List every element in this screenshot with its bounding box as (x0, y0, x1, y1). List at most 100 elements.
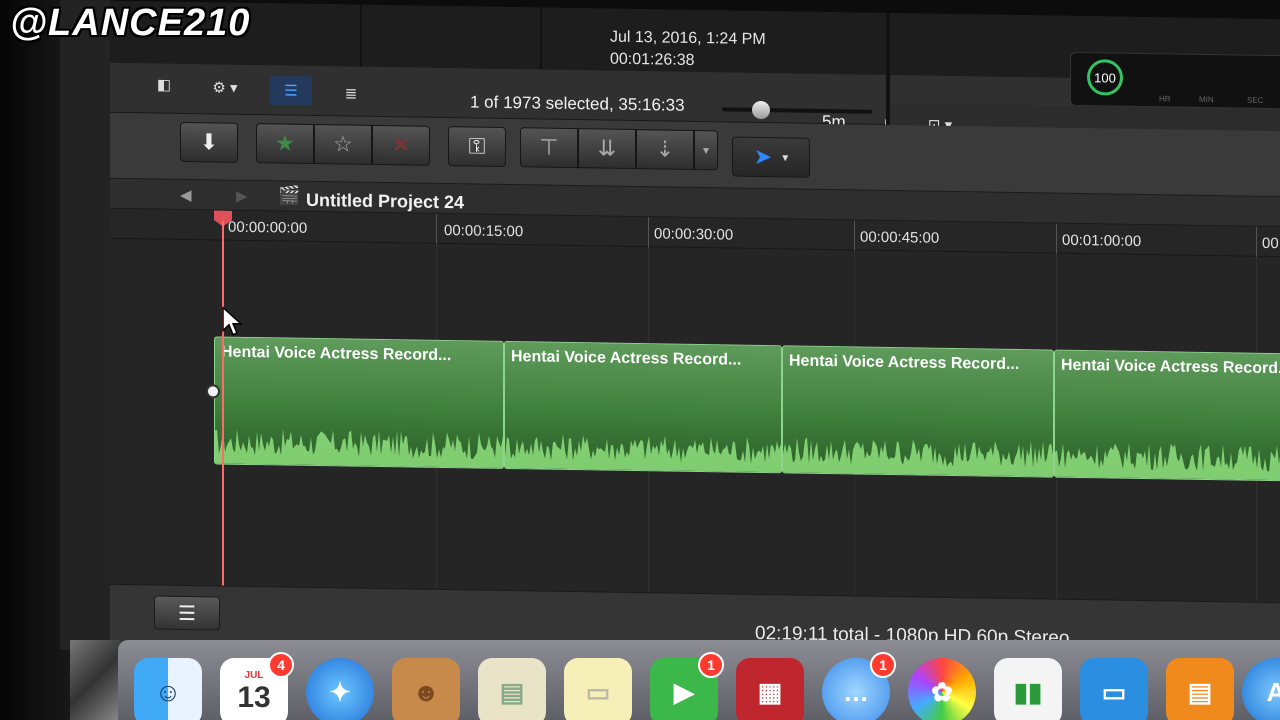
append-clip-button[interactable]: ⇣ (636, 129, 694, 170)
dashboard-timecode[interactable]: 100 HR MIN SEC (1070, 51, 1280, 110)
app-store-a-icon: A (1266, 676, 1280, 707)
waveform-path (783, 437, 1053, 477)
ruler-tick-line (854, 220, 855, 251)
panel-divider (540, 7, 542, 70)
event-date: Jul 13, 2016, 1:24 PM (610, 28, 766, 49)
audio-waveform (215, 428, 503, 468)
notification-badge: 4 (268, 652, 294, 678)
reject-button[interactable]: ✕ (372, 124, 430, 166)
panel-divider (360, 4, 362, 67)
fcp-window: Jul 13, 2016, 1:24 PM 00:01:26:38 ◧ ⚙ ▾ … (60, 0, 1280, 670)
ibooks-icon[interactable]: ▤ (1166, 658, 1234, 720)
edit-mode-dropdown[interactable]: ▾ (694, 129, 718, 171)
macos-dock: ☺ JUL 13 4 ✦ ☻ ▤ ▭ ▶ 1 ▦ … 1 ✿ ▮▮ ▭ ▤ A … (118, 640, 1280, 720)
clip-title: Hentai Voice Actress Record... (221, 343, 452, 365)
event-info: Jul 13, 2016, 1:24 PM 00:01:26:38 (610, 27, 766, 73)
list-view-button[interactable]: ≣ (330, 78, 372, 109)
ruler-tick-label: 00:01:00:00 (1062, 231, 1142, 250)
progress-ring: 100 (1087, 59, 1123, 96)
playhead[interactable] (222, 220, 224, 586)
list-icon: ☰ (178, 602, 196, 625)
notification-badge: 1 (870, 652, 896, 678)
timecode-unit-hr: HR (1159, 94, 1171, 104)
star-outline-icon: ☆ (333, 131, 353, 157)
audio-waveform (1055, 442, 1280, 481)
star-filled-icon: ★ (275, 130, 295, 156)
calendar-day: 13 (237, 680, 271, 714)
filmstrip-view-button[interactable]: ☰ (270, 75, 312, 106)
timeline-clip[interactable]: Hentai Voice Actress Record... (782, 345, 1054, 478)
connect-icon: ⊤ (539, 134, 559, 160)
forward-arrow-icon[interactable]: ▶ (236, 187, 248, 205)
waveform-path (1055, 442, 1280, 481)
back-arrow-icon[interactable]: ◀ (180, 186, 192, 204)
ruler-tick-label: 00:00:30:00 (654, 225, 734, 244)
key-icon: ⚿ (468, 133, 486, 159)
selection-info: 1 of 1973 selected, 35:16:33 (470, 92, 685, 115)
notification-badge: 1 (698, 652, 724, 678)
pointer-arrow-icon: ➤ (753, 143, 773, 170)
audio-waveform (505, 433, 781, 473)
contacts-icon[interactable]: ☻ (392, 658, 460, 720)
clip-zoom-slider[interactable] (722, 100, 872, 120)
insert-clip-button[interactable]: ⇊ (578, 128, 636, 170)
ruler-tick-line (648, 217, 649, 248)
clip-title: Hentai Voice Actress Record... (789, 352, 1020, 374)
zoom-slider-knob[interactable] (752, 100, 770, 120)
app-store-icon[interactable]: A 1 (1242, 658, 1280, 720)
photos-icon[interactable]: ✿ (908, 658, 976, 720)
mouse-cursor-icon (222, 306, 243, 336)
unrate-button[interactable]: ☆ (314, 123, 372, 165)
event-duration: 00:01:26:38 (610, 50, 695, 69)
keyword-button[interactable]: ⚿ (448, 126, 506, 168)
volume-keyframe-handle[interactable] (206, 384, 220, 399)
audio-waveform (783, 437, 1053, 477)
waveform-path (505, 433, 781, 473)
timeline-clip[interactable]: Hentai Voice Actress Record... (504, 340, 782, 474)
sidebar-toggle-button[interactable]: ◧ (148, 69, 180, 100)
clip-title: Hentai Voice Actress Record... (1061, 356, 1280, 378)
stickies-icon[interactable]: ▭ (564, 658, 632, 720)
append-icon: ⇣ (655, 136, 675, 162)
chevron-down-icon: ▾ (782, 150, 789, 165)
desktop-background (70, 640, 120, 720)
waveform-path (215, 428, 503, 468)
timeline-clip[interactable]: Hentai Voice Actress Record... (214, 336, 504, 469)
timecode-unit-min: MIN (1199, 94, 1214, 105)
numbers-icon[interactable]: ▮▮ (994, 658, 1062, 720)
timeline-clip[interactable]: Hentai Voice Actress Record... (1054, 349, 1280, 482)
finder-icon[interactable]: ☺ (134, 658, 202, 720)
sidebar-icon: ◧ (156, 76, 172, 94)
chevron-down-icon: ▾ (702, 143, 710, 158)
photo-booth-icon[interactable]: ▦ (736, 658, 804, 720)
timeline-body[interactable]: Hentai Voice Actress Record... Hentai Vo… (110, 239, 1280, 603)
connect-clip-button[interactable]: ⊤ (520, 127, 578, 169)
timeline-index-button[interactable]: ☰ (154, 595, 220, 631)
notes-icon[interactable]: ▤ (478, 658, 546, 720)
favorite-button[interactable]: ★ (256, 123, 314, 164)
facetime-icon[interactable]: ▶ 1 (650, 652, 724, 720)
insert-icon: ⇊ (597, 135, 617, 161)
import-button[interactable]: ⬇ (180, 121, 238, 163)
keynote-icon[interactable]: ▭ (1080, 658, 1148, 720)
select-tool-button[interactable]: ➤ ▾ (732, 136, 810, 178)
action-menu-button[interactable]: ⚙ ▾ (198, 72, 252, 103)
clip-title: Hentai Voice Actress Record... (511, 348, 742, 369)
ruler-tick-line (436, 213, 437, 244)
ruler-tick-line (1056, 223, 1057, 254)
video-camera-icon: ▶ (674, 676, 694, 707)
calendar-month: JUL (244, 669, 264, 681)
ruler-tick-label: 00:00:00:00 (228, 218, 308, 237)
calendar-icon[interactable]: JUL 13 4 (220, 652, 294, 720)
ruler-tick-line (1256, 226, 1257, 257)
messages-icon[interactable]: … 1 (822, 652, 896, 720)
project-name: Untitled Project 24 (306, 189, 465, 213)
clapperboard-icon: 🎬 (278, 185, 301, 206)
x-mark-icon: ✕ (391, 132, 411, 158)
filmstrip-icon: ☰ (284, 82, 298, 100)
download-arrow-icon: ⬇ (199, 129, 219, 155)
ruler-tick-label: 00:01:15 (1262, 234, 1280, 253)
safari-icon[interactable]: ✦ (306, 658, 374, 720)
ruler-tick-label: 00:00:45:00 (860, 228, 940, 247)
speech-bubble-icon: … (843, 676, 869, 707)
